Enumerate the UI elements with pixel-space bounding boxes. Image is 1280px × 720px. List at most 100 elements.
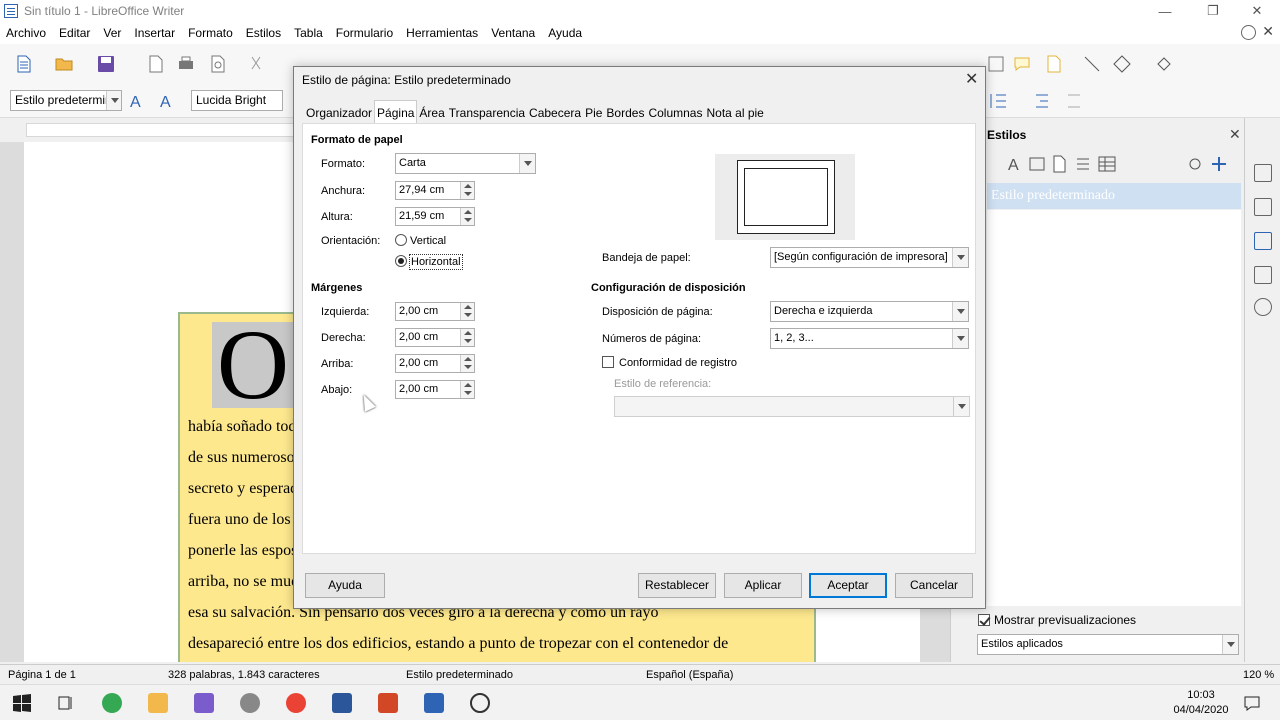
chevron-down-icon[interactable] xyxy=(1222,635,1238,654)
increase-spacing-icon[interactable] xyxy=(1030,91,1050,111)
system-clock[interactable]: 10:03 04/04/2020 xyxy=(1168,688,1234,718)
menu-formato[interactable]: Formato xyxy=(182,26,240,40)
spin-buttons[interactable] xyxy=(460,381,474,398)
spin-buttons[interactable] xyxy=(460,182,474,199)
new-document-icon[interactable] xyxy=(14,54,34,74)
decrease-spacing-icon[interactable] xyxy=(1062,91,1082,111)
basic-shapes-icon[interactable] xyxy=(1112,54,1132,74)
portrait-label[interactable]: Vertical xyxy=(410,235,446,247)
properties-icon[interactable] xyxy=(1254,164,1272,182)
open-folder-icon[interactable] xyxy=(54,54,74,74)
task-view-icon[interactable] xyxy=(56,693,76,713)
print-icon[interactable] xyxy=(176,54,196,74)
character-styles-icon[interactable]: A xyxy=(1005,154,1025,174)
file-explorer-icon[interactable] xyxy=(148,693,168,713)
right-margin-spinner[interactable]: 2,00 cm xyxy=(395,328,475,347)
spin-buttons[interactable] xyxy=(460,208,474,225)
styles-icon[interactable] xyxy=(1254,232,1272,250)
navigator-icon[interactable] xyxy=(1254,298,1272,316)
width-spinner[interactable]: 27,94 cm xyxy=(395,181,475,200)
page-icon[interactable] xyxy=(1254,198,1272,216)
show-previews-row[interactable]: Mostrar previsualizaciones xyxy=(978,613,1136,627)
menu-insertar[interactable]: Insertar xyxy=(128,26,182,40)
close-window-button[interactable]: ✕ xyxy=(1234,0,1280,22)
tab-pagina[interactable]: Página xyxy=(374,100,418,123)
word-icon[interactable] xyxy=(332,693,352,713)
menu-ayuda[interactable]: Ayuda xyxy=(542,26,589,40)
spin-buttons[interactable] xyxy=(460,355,474,372)
apply-button[interactable]: Aplicar xyxy=(724,573,802,598)
track-changes-icon[interactable] xyxy=(1044,54,1064,74)
language-status[interactable]: Español (España) xyxy=(646,669,733,681)
table-styles-icon[interactable] xyxy=(1097,154,1117,174)
menu-formulario[interactable]: Formulario xyxy=(330,26,400,40)
page-count-status[interactable]: Página 1 de 1 xyxy=(8,669,76,681)
font-name-combo[interactable]: Lucida Bright xyxy=(191,90,283,111)
format-dropdown[interactable]: Carta xyxy=(395,153,536,174)
tab-organizador[interactable]: Organizador xyxy=(304,103,374,123)
chevron-down-icon[interactable] xyxy=(952,248,968,267)
close-document-button[interactable]: ✕ xyxy=(1262,23,1274,40)
page-styles-icon[interactable] xyxy=(1049,154,1069,174)
export-pdf-icon[interactable] xyxy=(146,54,166,74)
help-button[interactable]: Ayuda xyxy=(305,573,385,598)
left-margin-spinner[interactable]: 2,00 cm xyxy=(395,302,475,321)
media-app-icon[interactable] xyxy=(194,693,214,713)
page-style-status[interactable]: Estilo predeterminado xyxy=(406,669,513,681)
line-spacing-icon[interactable] xyxy=(988,91,1008,111)
minimize-button[interactable]: — xyxy=(1142,0,1188,22)
styles-list[interactable] xyxy=(987,210,1241,606)
landscape-label[interactable]: Horizontal xyxy=(409,254,463,270)
menu-ventana[interactable]: Ventana xyxy=(485,26,542,40)
page-numbers-dropdown[interactable]: 1, 2, 3... xyxy=(770,328,969,349)
save-icon[interactable] xyxy=(96,54,116,74)
sidebar-close-button[interactable]: ✕ xyxy=(1229,126,1241,143)
draw-functions-icon[interactable] xyxy=(1154,54,1174,74)
tab-transparencia[interactable]: Transparencia xyxy=(447,103,527,123)
tab-columnas[interactable]: Columnas xyxy=(646,103,704,123)
reset-button[interactable]: Restablecer xyxy=(638,573,716,598)
chrome-profile-icon[interactable] xyxy=(286,693,306,713)
spin-buttons[interactable] xyxy=(460,303,474,320)
register-true-label[interactable]: Conformidad de registro xyxy=(619,357,737,369)
height-spinner[interactable]: 21,59 cm xyxy=(395,207,475,226)
insert-frame-icon[interactable] xyxy=(986,54,1006,74)
chevron-down-icon[interactable] xyxy=(519,154,535,173)
show-previews-checkbox[interactable] xyxy=(978,614,990,626)
new-style-icon[interactable]: A xyxy=(158,91,178,111)
cut-icon[interactable] xyxy=(246,54,266,74)
tab-area[interactable]: Área xyxy=(417,103,446,123)
menu-estilos[interactable]: Estilos xyxy=(240,26,288,40)
selected-style-item[interactable]: Estilo predeterminado xyxy=(987,183,1241,209)
paint-app-icon[interactable] xyxy=(240,693,260,713)
chevron-down-icon[interactable] xyxy=(106,91,121,110)
list-styles-icon[interactable] xyxy=(1073,154,1093,174)
bottom-margin-spinner[interactable]: 2,00 cm xyxy=(395,380,475,399)
tab-pie[interactable]: Pie xyxy=(583,103,604,123)
restore-button[interactable]: ❐ xyxy=(1190,0,1236,22)
print-preview-icon[interactable] xyxy=(208,54,228,74)
tab-nota-al-pie[interactable]: Nota al pie xyxy=(704,103,765,123)
reference-style-dropdown[interactable] xyxy=(614,396,970,417)
line-icon[interactable] xyxy=(1082,54,1102,74)
obs-icon[interactable] xyxy=(470,693,490,713)
chevron-down-icon[interactable] xyxy=(952,329,968,348)
paragraph-style-combo[interactable]: Estilo predetermina xyxy=(10,90,122,111)
ok-button[interactable]: Aceptar xyxy=(809,573,887,598)
update-style-icon[interactable]: A xyxy=(128,91,148,111)
cancel-button[interactable]: Cancelar xyxy=(895,573,973,598)
notifications-icon[interactable] xyxy=(1242,693,1262,713)
chevron-down-icon[interactable] xyxy=(953,397,969,416)
chrome-icon[interactable] xyxy=(102,693,122,713)
libreoffice-writer-task-icon[interactable] xyxy=(424,693,444,713)
menu-editar[interactable]: Editar xyxy=(53,26,97,40)
zoom-level-status[interactable]: 120 % xyxy=(1243,669,1274,681)
powerpoint-icon[interactable] xyxy=(378,693,398,713)
dialog-close-button[interactable]: ✕ xyxy=(965,69,978,89)
portrait-radio[interactable] xyxy=(395,234,407,246)
register-true-checkbox[interactable] xyxy=(602,356,614,368)
paper-tray-dropdown[interactable]: [Según configuración de impresora] xyxy=(770,247,969,268)
landscape-radio[interactable] xyxy=(395,255,407,267)
fill-format-icon[interactable] xyxy=(1185,154,1205,174)
menu-tabla[interactable]: Tabla xyxy=(288,26,330,40)
